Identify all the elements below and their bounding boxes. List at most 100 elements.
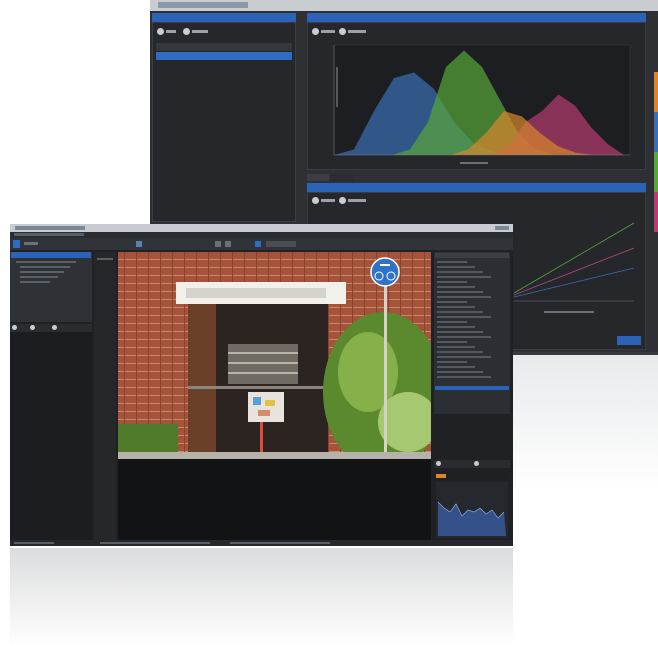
legend (460, 162, 488, 164)
radio-icon[interactable] (52, 325, 57, 330)
bottom-panel-header (307, 183, 646, 192)
toolbar-label (24, 242, 38, 245)
tree-item[interactable] (16, 261, 76, 263)
property-row[interactable] (437, 286, 475, 288)
status-text (14, 542, 54, 544)
series-line (513, 247, 635, 296)
status-text (100, 542, 210, 544)
list-item-selected[interactable] (156, 52, 292, 60)
tool-icon[interactable] (215, 241, 221, 247)
properties-panel (434, 252, 510, 414)
notice (253, 397, 261, 405)
tree-item[interactable] (20, 271, 64, 273)
bicycle-sign (370, 257, 400, 287)
radio-icon[interactable] (312, 28, 319, 35)
property-row[interactable] (437, 261, 467, 263)
property-row[interactable] (437, 266, 475, 268)
thumbnail-panel (10, 332, 92, 540)
stair-step (228, 362, 298, 364)
property-row[interactable] (437, 376, 491, 378)
apply-button[interactable] (617, 336, 641, 345)
tool-icon[interactable] (136, 241, 142, 247)
tab-2[interactable] (331, 174, 353, 181)
property-row[interactable] (437, 271, 483, 273)
window-reflection (10, 548, 513, 648)
open-icon[interactable] (13, 240, 20, 248)
list-item[interactable] (156, 43, 292, 51)
status-bar (10, 540, 513, 546)
window-controls[interactable] (495, 226, 509, 230)
property-row[interactable] (437, 326, 475, 328)
radio-icon[interactable] (312, 197, 319, 204)
line-chart (513, 222, 635, 313)
toolbar (10, 238, 513, 250)
histogram-toggle[interactable] (436, 474, 446, 478)
property-row[interactable] (437, 371, 483, 373)
tree-item[interactable] (20, 266, 70, 268)
tool-group[interactable] (266, 241, 296, 247)
title-bar (10, 224, 513, 232)
tool-icon[interactable] (225, 241, 231, 247)
spectrum-panel (307, 22, 646, 170)
property-row[interactable] (437, 331, 483, 333)
tree-item[interactable] (20, 281, 50, 283)
color-swatch (654, 192, 658, 232)
radio-label (321, 199, 335, 202)
view-options (10, 324, 92, 332)
histogram-panel (434, 472, 510, 540)
notice (258, 410, 270, 416)
property-row[interactable] (437, 316, 491, 318)
sign-pole (384, 272, 387, 459)
left-panel (152, 22, 296, 222)
properties-header (435, 253, 509, 258)
radio-label (348, 199, 366, 202)
image-viewer-window (10, 224, 513, 546)
awning-inner (186, 288, 326, 298)
radio-icon[interactable] (30, 325, 35, 330)
radio-icon[interactable] (339, 28, 346, 35)
tool-icon[interactable] (255, 241, 261, 247)
radio-label (348, 30, 366, 33)
property-row[interactable] (437, 296, 491, 298)
image-viewport (118, 252, 431, 540)
radio-label (192, 30, 208, 33)
property-row[interactable] (437, 366, 475, 368)
left-panel-header (152, 13, 296, 22)
status-text (230, 542, 330, 544)
property-row[interactable] (437, 311, 483, 313)
tree-item[interactable] (20, 276, 58, 278)
window-title (15, 226, 85, 230)
property-row[interactable] (437, 351, 483, 353)
window-title (158, 2, 248, 8)
property-row[interactable] (437, 341, 467, 343)
radio-icon[interactable] (12, 325, 17, 330)
menu-items[interactable] (14, 233, 84, 236)
file-tree-panel (10, 252, 92, 322)
property-row[interactable] (437, 291, 483, 293)
tab-1[interactable] (307, 174, 329, 181)
property-row[interactable] (437, 321, 467, 323)
color-swatch (654, 152, 658, 192)
property-row[interactable] (437, 276, 491, 278)
radio-icon[interactable] (183, 28, 190, 35)
property-row[interactable] (437, 336, 491, 338)
color-swatch (654, 112, 658, 152)
property-row[interactable] (437, 281, 467, 283)
stair-step (228, 372, 298, 374)
radio-icon[interactable] (157, 28, 164, 35)
radio-icon[interactable] (436, 461, 441, 466)
photo (118, 252, 431, 459)
railing (188, 386, 328, 389)
notice-board (248, 392, 284, 422)
property-row[interactable] (437, 346, 475, 348)
side-strip (94, 252, 116, 540)
selected-property[interactable] (435, 386, 509, 390)
property-row[interactable] (437, 301, 467, 303)
radio-icon[interactable] (474, 461, 479, 466)
property-row[interactable] (437, 361, 467, 363)
radio-icon[interactable] (339, 197, 346, 204)
property-row[interactable] (437, 306, 475, 308)
property-row[interactable] (437, 356, 491, 358)
radio-label (321, 30, 335, 33)
sign-bar (380, 264, 390, 266)
